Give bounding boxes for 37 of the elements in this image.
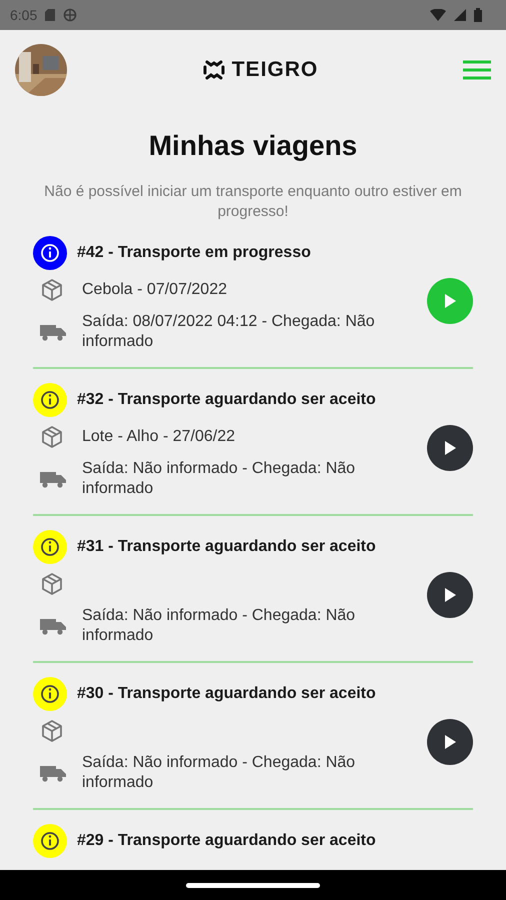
truck-icon	[40, 470, 66, 488]
trip-title: #32 - Transporte aguardando ser aceito	[77, 390, 376, 410]
wifi-icon	[430, 9, 446, 21]
page-title: Minhas viagens	[148, 129, 358, 163]
box-icon	[40, 719, 64, 743]
signal-icon	[454, 9, 466, 21]
box-icon	[40, 572, 64, 596]
play-button[interactable]	[427, 572, 473, 618]
logo-text: TEIGRO	[232, 57, 318, 84]
battery-icon	[474, 8, 482, 22]
play-icon	[444, 588, 456, 602]
play-button[interactable]	[427, 719, 473, 765]
route-text: Saída: 08/07/2022 04:12 - Chegada: Não informado	[82, 312, 376, 352]
product-text: Cebola - 07/07/2022	[82, 280, 227, 300]
home-indicator[interactable]	[186, 882, 320, 888]
box-icon	[40, 425, 64, 449]
box-icon	[40, 278, 64, 302]
truck-icon	[40, 323, 66, 341]
notice-text: Não é possível iniciar um transporte enquanto outro estiver em progresso!	[43, 182, 463, 222]
play-icon	[444, 441, 456, 455]
play-icon	[444, 294, 456, 308]
play-icon	[444, 735, 456, 749]
truck-icon	[40, 617, 66, 635]
trip-title: #31 - Transporte aguardando ser aceito	[77, 537, 376, 557]
truck-icon	[40, 764, 66, 782]
product-text: Lote - Alho - 27/06/22	[82, 427, 235, 447]
sd-card-icon	[45, 9, 56, 21]
route-text: Saída: Não informado - Chegada: Não informado	[82, 459, 356, 499]
route-text: Saída: Não informado - Chegada: Não informado	[82, 606, 356, 646]
trip-title: #30 - Transporte aguardando ser aceito	[77, 684, 376, 704]
status-time: 6:05	[10, 6, 38, 24]
trip-title: #42 - Transporte em progresso	[77, 243, 311, 263]
play-button[interactable]	[427, 425, 473, 471]
trip-title: #29 - Transporte aguardando ser aceito	[77, 831, 376, 851]
route-text: Saída: Não informado - Chegada: Não informado	[82, 753, 356, 793]
logo-icon	[202, 58, 226, 82]
globe-icon	[63, 8, 78, 22]
